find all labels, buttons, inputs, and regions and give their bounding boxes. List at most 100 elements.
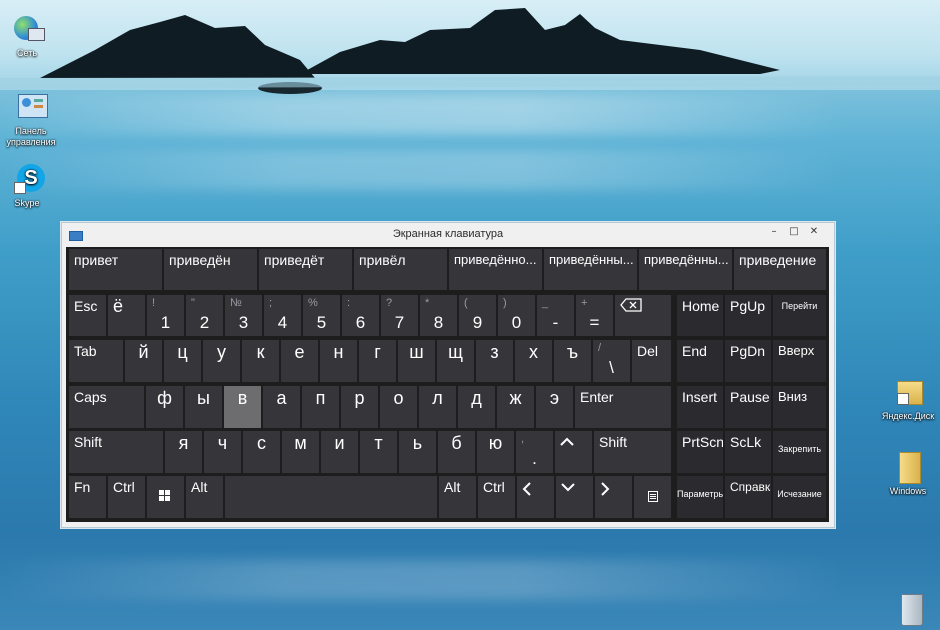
key-arrow-up[interactable] xyxy=(555,431,592,473)
key-arrow-left[interactable] xyxy=(517,476,554,518)
key-arrow-down[interactable] xyxy=(556,476,593,518)
key-zakrepit[interactable]: Закрепить xyxy=(773,431,826,473)
key-9[interactable]: (9 xyxy=(459,295,496,336)
desktop-icon-yandex-disk[interactable]: Яндекс.Диск xyxy=(876,375,940,422)
key-3[interactable]: № 3 xyxy=(225,295,262,336)
key-н[interactable]: н xyxy=(320,340,357,382)
key-ь[interactable]: ь xyxy=(399,431,436,473)
key-о[interactable]: о xyxy=(380,386,417,428)
desktop-icon-network[interactable]: Сеть xyxy=(0,12,59,59)
key-з[interactable]: з xyxy=(476,340,513,382)
key-ctrl-right[interactable]: Ctrl xyxy=(478,476,515,518)
key-ы[interactable]: ы xyxy=(185,386,222,428)
key-б[interactable]: б xyxy=(438,431,475,473)
key-sclk[interactable]: ScLk xyxy=(725,431,771,473)
key-menu[interactable] xyxy=(634,476,671,518)
key-ю[interactable]: ю xyxy=(477,431,514,473)
key-minus[interactable]: _ - xyxy=(537,295,574,336)
key-в-highlighted[interactable]: в xyxy=(224,386,261,428)
key-э[interactable]: э xyxy=(536,386,573,428)
prediction-8[interactable]: приведение xyxy=(734,249,826,290)
key-ш[interactable]: ш xyxy=(398,340,435,382)
key-д[interactable]: д xyxy=(458,386,495,428)
key-ф[interactable]: ф xyxy=(146,386,183,428)
key-х[interactable]: х xyxy=(515,340,552,382)
desktop-icon-windows-folder[interactable]: Windows xyxy=(876,450,940,497)
prediction-4[interactable]: привёл xyxy=(354,249,447,290)
key-vverh[interactable]: Вверх xyxy=(773,340,826,382)
key-0[interactable]: ) 0 xyxy=(498,295,535,336)
key-ъ[interactable]: ъ xyxy=(554,340,591,382)
key-а[interactable]: а xyxy=(263,386,300,428)
key-й[interactable]: й xyxy=(125,340,162,382)
key-goto[interactable]: Перейти xyxy=(773,295,826,336)
key-ctrl-left[interactable]: Ctrl xyxy=(108,476,145,518)
key-к[interactable]: к xyxy=(242,340,279,382)
key-с[interactable]: с xyxy=(243,431,280,473)
key-у[interactable]: у xyxy=(203,340,240,382)
maximize-button[interactable]: □ xyxy=(785,225,803,239)
key-arrow-right[interactable] xyxy=(595,476,632,518)
key-п[interactable]: п xyxy=(302,386,339,428)
desktop-icon-recycle-bin[interactable] xyxy=(876,592,940,628)
prediction-3[interactable]: приведёт xyxy=(259,249,352,290)
key-pause[interactable]: Pause xyxy=(725,386,771,428)
prediction-1[interactable]: привет xyxy=(69,249,162,290)
key-е[interactable]: е xyxy=(281,340,318,382)
key-tab[interactable]: Tab xyxy=(69,340,123,382)
key-6[interactable]: :6 xyxy=(342,295,379,336)
key-ц[interactable]: ц xyxy=(164,340,201,382)
prediction-5[interactable]: приведённо... xyxy=(449,249,542,290)
key-pgup[interactable]: PgUp xyxy=(725,295,771,336)
key-equals[interactable]: + = xyxy=(576,295,613,336)
key-space[interactable] xyxy=(225,476,437,518)
key-backslash[interactable]: / \ xyxy=(593,340,630,382)
desktop-icon-control-panel[interactable]: Панель управления xyxy=(0,90,63,148)
close-button[interactable]: ✕ xyxy=(805,225,823,239)
key-esc[interactable]: Esc xyxy=(69,295,106,336)
key-yo[interactable]: ё xyxy=(108,295,145,336)
minimize-button[interactable]: – xyxy=(765,225,783,239)
key-fn[interactable]: Fn xyxy=(69,476,106,518)
key-windows[interactable] xyxy=(147,476,184,518)
key-period[interactable]: ,. xyxy=(516,431,553,473)
key-г[interactable]: г xyxy=(359,340,396,382)
key-4[interactable]: ; 4 xyxy=(264,295,301,336)
key-pgdn[interactable]: PgDn xyxy=(725,340,771,382)
key-ж[interactable]: ж xyxy=(497,386,534,428)
key-8[interactable]: * 8 xyxy=(420,295,457,336)
key-2[interactable]: " 2 xyxy=(186,295,223,336)
title-bar[interactable]: Экранная клавиатура – □ ✕ xyxy=(62,223,834,247)
key-shift-left[interactable]: Shift xyxy=(69,431,163,473)
key-caps[interactable]: Caps xyxy=(69,386,144,428)
key-vniz[interactable]: Вниз xyxy=(773,386,826,428)
desktop-icon-skype[interactable]: S Skype xyxy=(0,162,59,209)
key-1[interactable]: ! 1 xyxy=(147,295,184,336)
key-insert[interactable]: Insert xyxy=(677,386,723,428)
key-fade[interactable]: Исчезание xyxy=(773,476,826,518)
key-alt-left[interactable]: Alt xyxy=(186,476,223,518)
key-alt-right[interactable]: Alt xyxy=(439,476,476,518)
key-т[interactable]: т xyxy=(360,431,397,473)
key-end[interactable]: End xyxy=(677,340,723,382)
key-help[interactable]: Справка xyxy=(725,476,771,518)
key-backspace[interactable] xyxy=(615,295,671,336)
key-ч[interactable]: ч xyxy=(204,431,241,473)
key-enter[interactable]: Enter xyxy=(575,386,671,428)
key-р[interactable]: р xyxy=(341,386,378,428)
key-del[interactable]: Del xyxy=(632,340,671,382)
key-params[interactable]: Параметры xyxy=(677,476,723,518)
key-prtscn[interactable]: PrtScn xyxy=(677,431,723,473)
key-7[interactable]: ? 7 xyxy=(381,295,418,336)
key-5[interactable]: % 5 xyxy=(303,295,340,336)
key-shift-right[interactable]: Shift xyxy=(594,431,671,473)
prediction-7[interactable]: приведённы... xyxy=(639,249,732,290)
key-м[interactable]: м xyxy=(282,431,319,473)
key-home[interactable]: Home xyxy=(677,295,723,336)
prediction-6[interactable]: приведённы... xyxy=(544,249,637,290)
key-и[interactable]: и xyxy=(321,431,358,473)
key-я[interactable]: я xyxy=(165,431,202,473)
key-щ[interactable]: щ xyxy=(437,340,474,382)
prediction-2[interactable]: приведён xyxy=(164,249,257,290)
key-л[interactable]: л xyxy=(419,386,456,428)
